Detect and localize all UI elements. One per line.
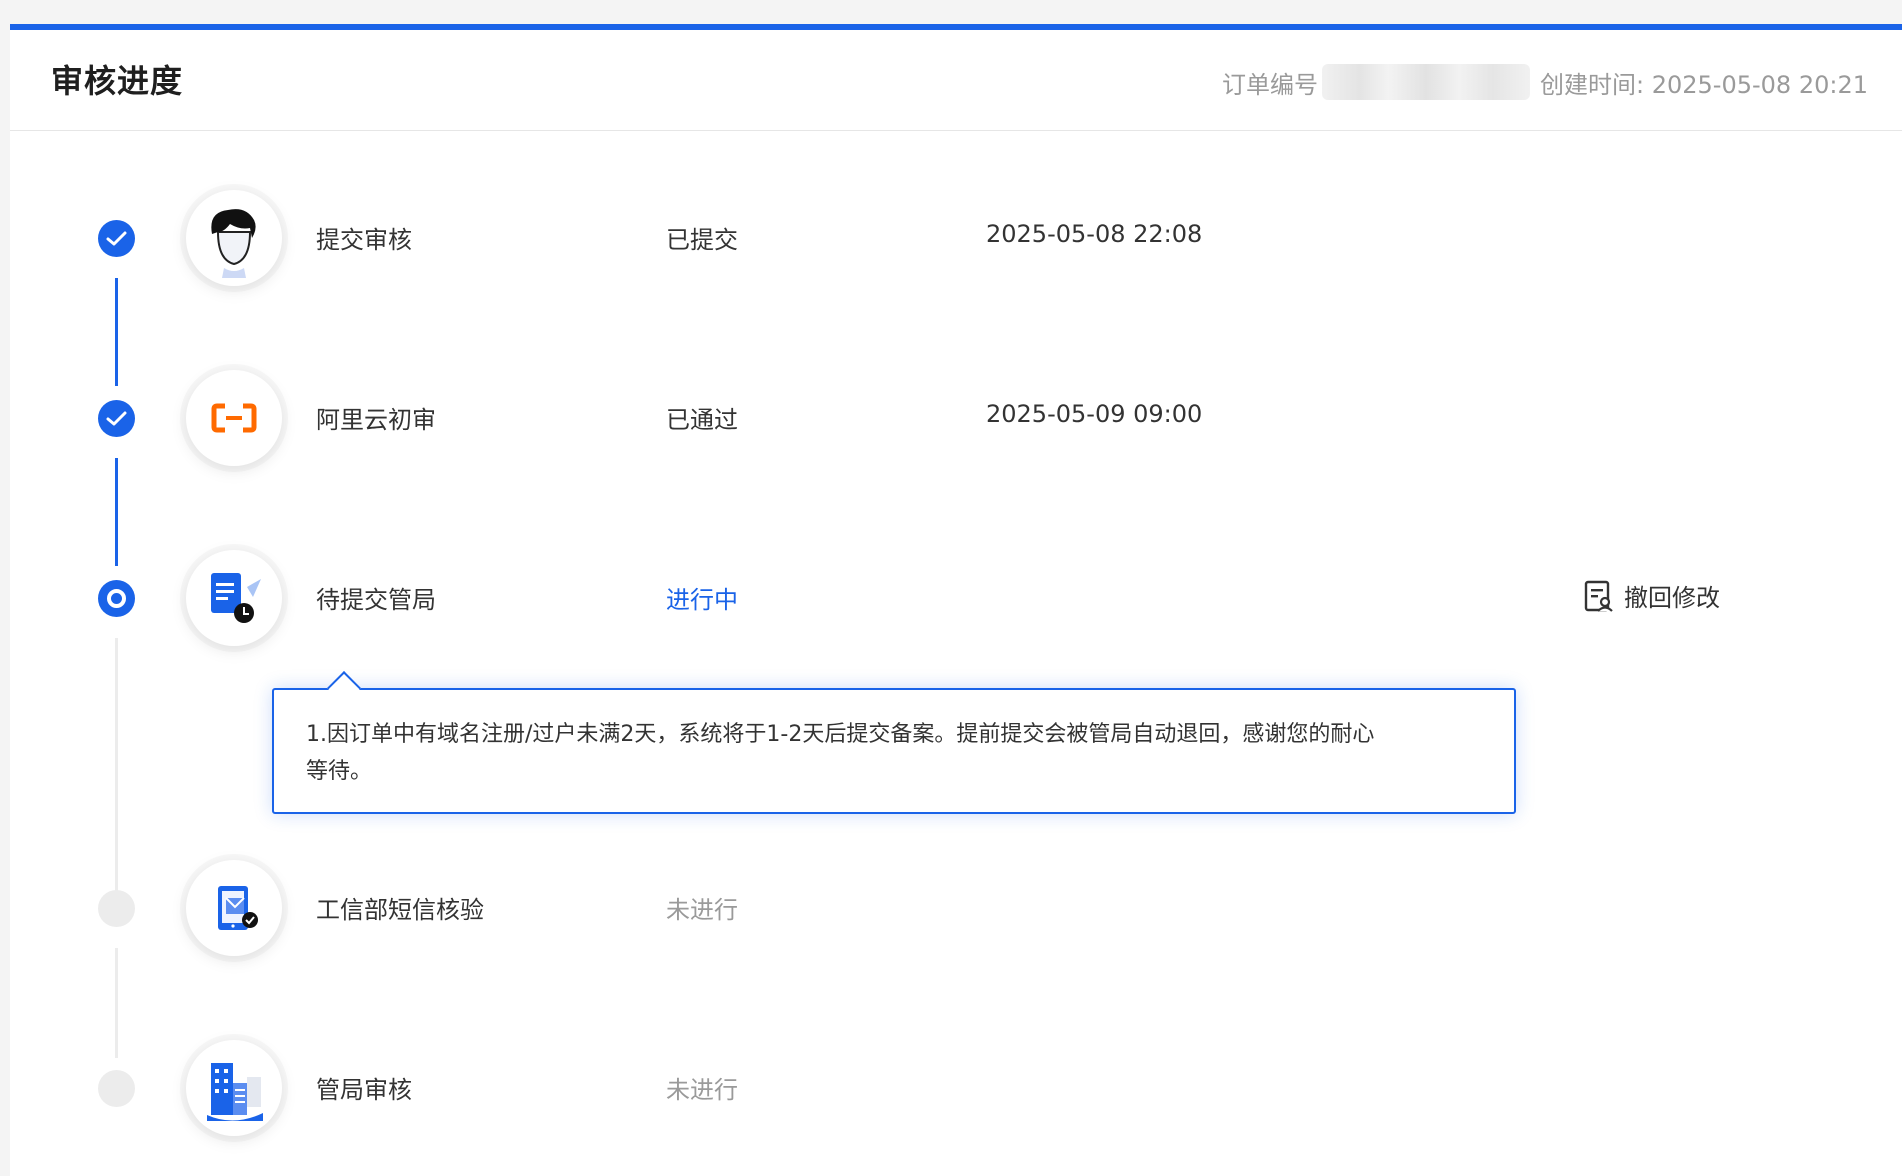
created-time: 创建时间: 2025-05-08 20:21 [1540, 70, 1868, 99]
step-1-check-icon [98, 220, 135, 257]
step-4-status: 未进行 [666, 896, 738, 924]
order-meta: 订单编号 创建时间: 2025-05-08 20:21 [1222, 64, 1868, 100]
order-number-label: 订单编号 [1222, 70, 1319, 99]
user-avatar-icon [186, 190, 282, 286]
aliyun-logo-icon [186, 370, 282, 466]
timeline-connector-3 [115, 638, 118, 894]
step-3-active-icon [98, 580, 135, 617]
step-1-status: 已提交 [666, 226, 738, 254]
building-icon [186, 1040, 282, 1136]
step-3-status: 进行中 [666, 586, 738, 614]
step-5-name: 管局审核 [316, 1076, 412, 1104]
step-5-status: 未进行 [666, 1076, 738, 1104]
review-progress-card: 审核进度 订单编号 创建时间: 2025-05-08 20:21 提交审核 已提… [10, 24, 1902, 1176]
step-1-name: 提交审核 [316, 226, 412, 254]
page-title: 审核进度 [51, 62, 184, 100]
step-2-name: 阿里云初审 [316, 406, 436, 434]
order-number-masked [1322, 64, 1531, 100]
edit-document-icon [1584, 580, 1613, 612]
step-2-time: 2025-05-09 09:00 [986, 400, 1203, 428]
step-3-name: 待提交管局 [316, 586, 436, 614]
notice-line-2: 等待。 [306, 759, 373, 784]
card-header: 审核进度 订单编号 创建时间: 2025-05-08 20:21 [10, 30, 1902, 131]
phone-sms-icon [186, 860, 282, 956]
step-5-pending-icon [98, 1070, 135, 1107]
step-4-pending-icon [98, 890, 135, 927]
step-4-name: 工信部短信核验 [316, 896, 484, 924]
document-clock-icon [186, 550, 282, 646]
withdraw-modify-label: 撤回修改 [1624, 584, 1720, 612]
timeline-connector-2 [115, 458, 118, 566]
timeline-connector-1 [115, 278, 118, 386]
step-1-time: 2025-05-08 22:08 [986, 220, 1203, 248]
notice-popover: 1.因订单中有域名注册/过户未满2天，系统将于1-2天后提交备案。提前提交会被管… [272, 688, 1516, 814]
notice-line-1: 1.因订单中有域名注册/过户未满2天，系统将于1-2天后提交备案。提前提交会被管… [306, 722, 1375, 747]
step-2-status: 已通过 [666, 406, 738, 434]
step-2-check-icon [98, 400, 135, 437]
withdraw-modify-button[interactable]: 撤回修改 [1584, 578, 1720, 613]
timeline-connector-4 [115, 948, 118, 1058]
